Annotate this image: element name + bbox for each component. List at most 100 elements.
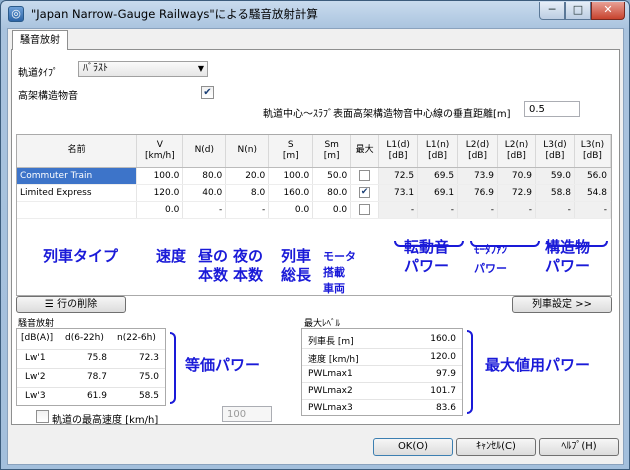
list-delete-icon: ☰ [44, 299, 54, 310]
annotation-speed: 速度 [156, 247, 187, 265]
train-grid: 名前 V [km/h] N(d) N(n) S [m] Sm [m] 最大 L1(d) [dB… [16, 134, 612, 296]
title-bar[interactable]: ◎ "Japan Narrow-Gauge Railways"による騒音放射計算… [1, 1, 629, 27]
table-row[interactable]: Limited Express 120.0 40.0 8.0 160.0 80.0 ✔ 73.… [17, 184, 611, 202]
track-type-select[interactable]: ﾊﾞﾗｽﾄ ▼ [78, 61, 208, 77]
ok-button[interactable]: OK(O) [373, 438, 453, 456]
max-level-value: 97.9 [435, 369, 456, 379]
max-speed-label: 軌道の最高速度 [km/h] [52, 415, 159, 426]
emission-header-unit: [dB(A)] [21, 333, 54, 343]
tab-noise-emission[interactable]: 騒音放射 [12, 30, 68, 50]
column-header[interactable]: S [m] [268, 135, 314, 168]
max-level-value: 160.0 [430, 334, 456, 344]
grid-cell-sm[interactable]: 80.0 [312, 184, 352, 202]
train-name-cell[interactable] [17, 201, 138, 219]
emission-header-night: n(22-6h) [117, 333, 156, 343]
max-level-label: PWLmax2 [308, 386, 353, 396]
column-header[interactable]: L2(d) [dB] [457, 135, 498, 168]
window-title: "Japan Narrow-Gauge Railways"による騒音放射計算 [31, 7, 318, 21]
max-speed-checkbox[interactable] [36, 410, 49, 423]
column-header[interactable]: V [km/h] [136, 135, 184, 168]
vertical-distance-input[interactable]: 0.5 [524, 101, 580, 117]
minimize-button[interactable]: ─ [539, 2, 565, 20]
column-header[interactable]: L1(d) [dB] [378, 135, 419, 168]
grid-cell-nn[interactable]: 20.0 [225, 167, 270, 185]
grid-cell-sm[interactable]: 0.0 [312, 201, 352, 219]
table-row[interactable]: Commuter Train 100.0 80.0 20.0 100.0 50.0 72.5… [17, 167, 611, 185]
elevated-structure-checkbox[interactable]: ✔ [201, 86, 214, 99]
grid-cell-sm[interactable]: 50.0 [312, 167, 352, 185]
max-level-value: 120.0 [430, 352, 456, 362]
grid-cell-nn[interactable]: - [225, 201, 270, 219]
delete-row-label: 行の削除 [57, 299, 98, 310]
delete-row-button[interactable]: ☰ 行の削除 [16, 296, 126, 313]
table-row[interactable]: 0.0- -0.0 0.0- - - - - - [17, 201, 611, 219]
column-header[interactable]: N(n) [225, 135, 270, 168]
annotation-night-count: 夜の 本数 [233, 247, 264, 284]
max-level-row: PWLmax2 101.7 [302, 382, 462, 400]
emission-row: Lw'1 75.8 72.3 [17, 349, 165, 367]
dialog-body: 騒音放射 軌道ﾀｲﾌﾟ ﾊﾞﾗｽﾄ ▼ 高架構造物音 ✔ 軌道中心～ｽﾗﾌﾞ表面… [7, 28, 624, 465]
max-level-label: 列車長 [m] [308, 337, 354, 347]
max-level-row: 速度 [km/h] 120.0 [302, 348, 462, 366]
emission-row-day: 78.7 [86, 372, 107, 382]
max-level-table: 列車長 [m] 160.0 速度 [km/h] 120.0 PWLmax1 97.9 PWL… [301, 328, 463, 416]
grid-cell-l2d: 76.9 [457, 184, 498, 202]
train-name-cell[interactable]: Limited Express [17, 184, 138, 202]
max-level-row: PWLmax3 83.6 [302, 399, 462, 417]
emission-row-day: 61.9 [86, 391, 107, 401]
max-checkbox-cell[interactable]: ✔ [350, 184, 380, 202]
emission-row-night: 58.5 [138, 391, 159, 401]
column-header[interactable]: L2(n) [dB] [497, 135, 536, 168]
annotation-equivalent-power: 等価パワー [185, 356, 261, 374]
annotation-motorfan-power: ﾓｰﾀﾌｧﾝ パワー [474, 243, 507, 275]
track-type-label: 軌道ﾀｲﾌﾟ [18, 68, 58, 79]
grid-cell-nd[interactable]: 80.0 [182, 167, 227, 185]
grid-cell-l2d: - [457, 201, 498, 219]
train-name-cell[interactable]: Commuter Train [17, 167, 138, 185]
max-level-row: 列車長 [m] 160.0 [302, 331, 462, 349]
grid-cell-s[interactable]: 100.0 [268, 167, 314, 185]
max-checkbox[interactable] [359, 204, 371, 215]
grid-cell-s[interactable]: 0.0 [268, 201, 314, 219]
grid-cell-v[interactable]: 120.0 [136, 184, 184, 202]
column-header[interactable]: 最大 [350, 135, 380, 168]
annotation-max-power: 最大値用パワー [485, 356, 591, 374]
track-type-value: ﾊﾞﾗｽﾄ [83, 63, 108, 74]
max-checkbox[interactable]: ✔ [359, 187, 371, 198]
grid-cell-nn[interactable]: 8.0 [225, 184, 270, 202]
column-header[interactable]: L3(n) [dB] [574, 135, 611, 168]
column-header[interactable]: Sm [m] [312, 135, 352, 168]
grid-cell-l3n: - [574, 201, 611, 219]
cancel-button[interactable]: ｷｬﾝｾﾙ(C) [456, 438, 536, 456]
grid-cell-l3n: 54.8 [574, 184, 611, 202]
max-checkbox[interactable] [359, 170, 371, 181]
column-header[interactable]: L1(n) [dB] [417, 135, 459, 168]
grid-cell-l1n: - [417, 201, 459, 219]
grid-cell-l2n: - [497, 201, 536, 219]
annotation-train-length: 列車 総長 [281, 247, 312, 284]
column-header[interactable]: 名前 [17, 135, 138, 168]
max-checkbox-cell[interactable] [350, 167, 380, 185]
column-header[interactable]: N(d) [182, 135, 227, 168]
max-level-label: PWLmax1 [308, 369, 353, 379]
grid-cell-l3n: 56.0 [574, 167, 611, 185]
help-button[interactable]: ﾍﾙﾌﾟ(H) [539, 438, 619, 456]
brace-equivalent [170, 332, 176, 404]
chevron-down-icon: ▼ [197, 64, 204, 73]
grid-cell-nd[interactable]: 40.0 [182, 184, 227, 202]
grid-cell-s[interactable]: 160.0 [268, 184, 314, 202]
train-settings-button[interactable]: 列車設定 >> [512, 296, 612, 313]
grid-cell-l1d: 72.5 [378, 167, 419, 185]
column-header[interactable]: L3(d) [dB] [535, 135, 575, 168]
max-speed-input[interactable]: 100 [222, 406, 272, 422]
grid-cell-l2d: 73.9 [457, 167, 498, 185]
max-level-value: 83.6 [435, 403, 456, 413]
train-table: 名前 V [km/h] N(d) N(n) S [m] Sm [m] 最大 L1(d) [dB… [17, 135, 611, 219]
maximize-button[interactable]: □ [565, 2, 591, 20]
grid-cell-v[interactable]: 0.0 [136, 201, 184, 219]
dialog-window: ◎ "Japan Narrow-Gauge Railways"による騒音放射計算… [0, 0, 630, 470]
grid-cell-v[interactable]: 100.0 [136, 167, 184, 185]
close-button[interactable]: ✕ [591, 2, 625, 20]
max-checkbox-cell[interactable] [350, 201, 380, 219]
grid-cell-nd[interactable]: - [182, 201, 227, 219]
